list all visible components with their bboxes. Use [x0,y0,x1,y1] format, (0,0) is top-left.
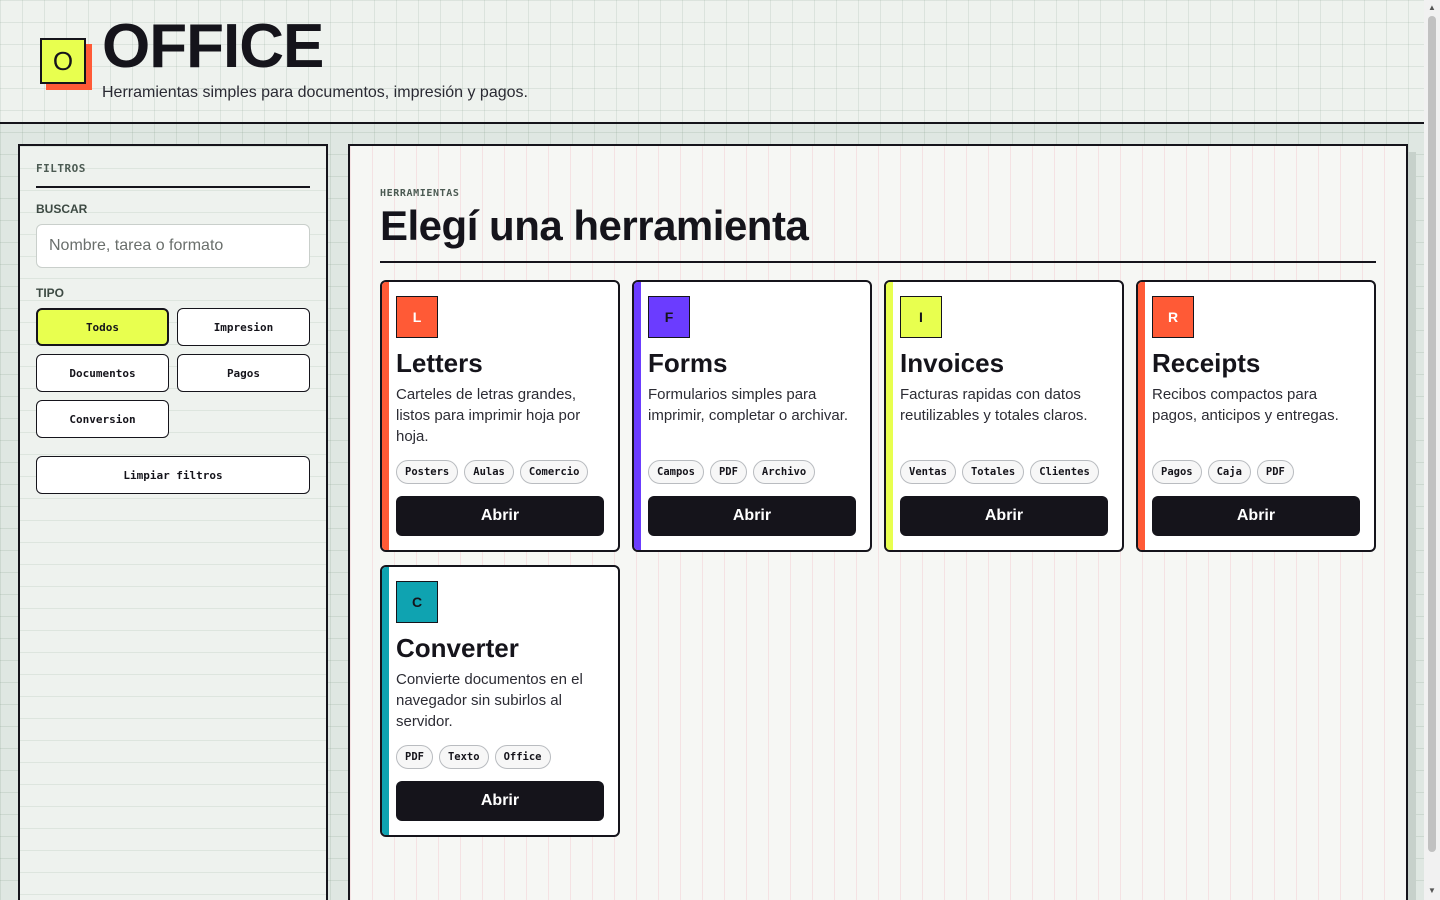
card-accent-stripe [382,567,389,835]
tag: Totales [961,460,1025,484]
tool-card-converter[interactable]: C Converter Convierte documentos en el n… [380,565,620,837]
card-badge: L [396,296,438,338]
card-accent-stripe [886,282,893,550]
type-label: TIPO [36,286,65,300]
tag: Ventas [900,460,956,484]
tag: PDF [396,745,433,769]
tag: Archivo [752,460,816,484]
filter-chip-documentos[interactable]: Documentos [36,354,169,392]
tag: Aulas [464,460,514,484]
card-tags: Campos PDF Archivo [648,460,816,484]
logo-letter: O [40,38,86,84]
card-description: Carteles de letras grandes, listos para … [396,386,581,445]
logo[interactable]: O [40,38,92,90]
card-tags: PDF Texto Office [396,745,551,769]
page-title: Elegí una herramienta [380,202,809,249]
tool-card-receipts[interactable]: R Receipts Recibos compactos para pagos,… [1136,280,1376,552]
card-description: Recibos compactos para pagos, anticipos … [1152,386,1339,424]
card-tags: Ventas Totales Clientes [900,460,1099,484]
tag: Clientes [1030,460,1099,484]
section-eyebrow: HERRAMIENTAS [380,188,460,199]
title-divider [380,261,1376,263]
search-input[interactable] [36,224,310,268]
type-filter-group: Todos Impresion Documentos Pagos Convers… [36,308,310,438]
card-accent-stripe [1138,282,1145,550]
filters-heading: FILTROS [36,162,86,175]
tag: Texto [438,745,489,769]
app-title: OFFICE [102,12,324,81]
tools-panel: HERRAMIENTAS Elegí una herramienta L Let… [348,144,1408,900]
scroll-thumb[interactable] [1428,16,1436,852]
card-description: Facturas rapidas con datos reutilizables… [900,386,1088,424]
card-badge: F [648,296,690,338]
card-accent-stripe [382,282,389,550]
tag: PDF [1256,460,1294,484]
tag: Office [494,745,551,769]
card-accent-stripe [634,282,641,550]
open-forms-button[interactable]: Abrir [648,496,856,536]
open-letters-button[interactable]: Abrir [396,496,604,536]
open-invoices-button[interactable]: Abrir [900,496,1108,536]
clear-filters-button[interactable]: Limpiar filtros [36,456,310,494]
card-badge: I [900,296,942,338]
tag: Posters [396,460,459,484]
app-subtitle: Herramientas simples para documentos, im… [102,84,528,101]
page-scrollbar[interactable]: ▲ ▼ [1424,0,1440,900]
card-description: Convierte documentos en el navegador sin… [396,671,583,730]
open-receipts-button[interactable]: Abrir [1152,496,1360,536]
open-converter-button[interactable]: Abrir [396,781,604,821]
filter-chip-todos[interactable]: Todos [36,308,169,346]
tag: PDF [709,460,747,484]
app-header: O OFFICE Herramientas simples para docum… [0,0,1424,124]
card-description: Formularios simples para imprimir, compl… [648,386,849,424]
tool-card-forms[interactable]: F Forms Formularios simples para imprimi… [632,280,872,552]
filters-sidebar: FILTROS BUSCAR TIPO Todos Impresion Docu… [18,144,328,900]
filter-chip-pagos[interactable]: Pagos [177,354,310,392]
card-title: Converter [396,633,519,663]
scroll-up-icon[interactable]: ▲ [1428,3,1436,12]
card-title: Receipts [1152,348,1261,378]
scroll-down-icon[interactable]: ▼ [1428,886,1436,895]
card-tags: Pagos Caja PDF [1152,460,1294,484]
filter-chip-conversion[interactable]: Conversion [36,400,169,438]
tag: Comercio [519,460,589,484]
tag: Campos [648,460,704,484]
card-title: Invoices [900,348,1005,378]
filters-divider [36,186,310,188]
card-title: Forms [648,348,728,378]
card-badge: R [1152,296,1194,338]
filter-chip-impresion[interactable]: Impresion [177,308,310,346]
tool-card-invoices[interactable]: I Invoices Facturas rapidas con datos re… [884,280,1124,552]
tag: Pagos [1152,460,1202,484]
card-badge: C [396,581,438,623]
tag: Caja [1207,460,1251,484]
search-label: BUSCAR [36,202,88,216]
card-title: Letters [396,348,483,378]
card-tags: Posters Aulas Comercio [396,460,589,484]
tool-card-letters[interactable]: L Letters Carteles de letras grandes, li… [380,280,620,552]
